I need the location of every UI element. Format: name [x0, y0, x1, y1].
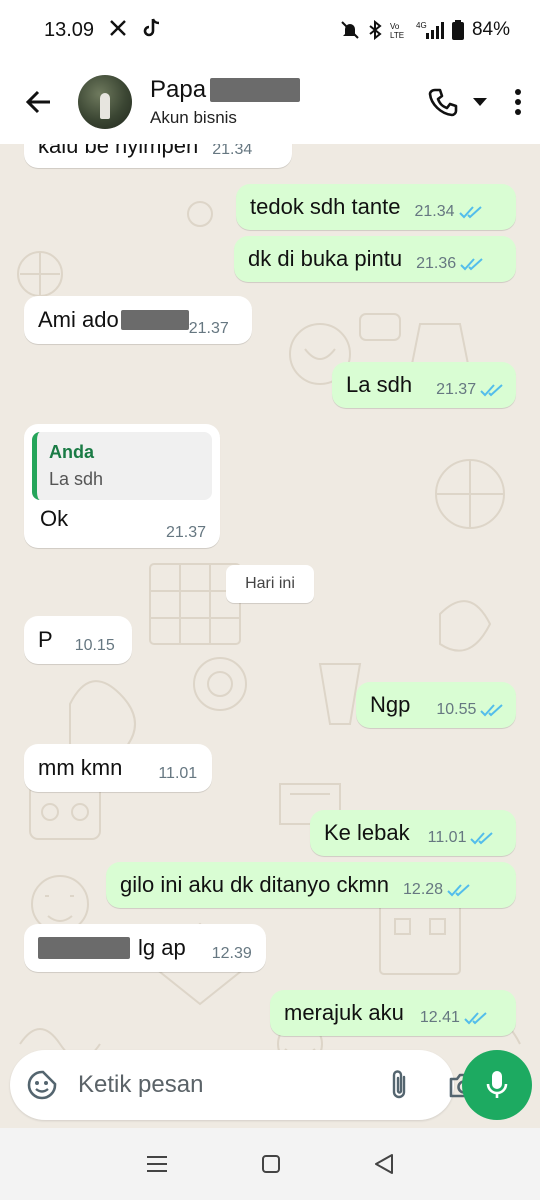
tiktok-icon [142, 17, 162, 44]
message-text: dk di buka pintu [248, 246, 403, 271]
double-check-icon [458, 206, 482, 219]
message-time: 21.34 [212, 144, 253, 158]
message-outgoing[interactable]: merajuk aku 12.41 [270, 990, 516, 1036]
message-outgoing[interactable]: Ngp 10.55 [356, 682, 516, 728]
status-time: 13.09 [44, 18, 95, 41]
svg-text:4G: 4G [416, 21, 427, 30]
message-time: 21.37 [165, 524, 206, 541]
quote-author: Anda [49, 442, 94, 462]
date-separator: Hari ini [226, 565, 314, 603]
status-bar: 13.09 Vo LTE 4G 84% [0, 0, 540, 60]
back-button[interactable] [20, 84, 56, 120]
menu-button[interactable] [514, 88, 522, 116]
double-check-icon [464, 1012, 487, 1025]
message-text: merajuk aku [284, 1000, 404, 1025]
quoted-message[interactable]: Anda La sdh [32, 432, 212, 500]
message-text: P [38, 627, 53, 652]
arrow-left-icon [25, 90, 50, 114]
svg-text:Vo: Vo [390, 22, 400, 31]
message-incoming[interactable]: Ami ado 21.37 [24, 296, 252, 344]
system-nav-bar [0, 1128, 540, 1200]
redacted-name [210, 78, 301, 102]
redacted-text [38, 937, 130, 959]
message-time: 21.37 [188, 320, 229, 337]
phone-icon [428, 88, 458, 117]
quote-text: La sdh [49, 469, 104, 489]
call-options-dropdown[interactable] [472, 97, 488, 107]
battery-icon [451, 20, 464, 40]
message-text: tedok sdh tante [250, 194, 401, 219]
sticker-icon [27, 1070, 57, 1100]
home-square-icon [261, 1155, 280, 1173]
message-outgoing[interactable]: dk di buka pintu 21.36 [234, 236, 516, 282]
mic-icon [486, 1071, 508, 1098]
more-vertical-icon [515, 89, 521, 115]
message-outgoing[interactable]: La sdh 21.37 [332, 362, 516, 408]
paperclip-icon [392, 1070, 406, 1099]
message-time: 21.34 [414, 203, 455, 220]
message-incoming[interactable]: P 10.15 [24, 616, 132, 664]
back-nav-button[interactable] [374, 1153, 394, 1175]
contact-info[interactable]: Papa Akun bisnis [150, 76, 301, 128]
recent-apps-button[interactable] [146, 1155, 168, 1173]
x-app-icon [108, 18, 128, 43]
contact-name: Papa [150, 76, 207, 103]
bluetooth-icon [368, 20, 382, 40]
contact-subtitle: Akun bisnis [150, 108, 237, 127]
triangle-back-icon [374, 1154, 393, 1174]
attach-button[interactable] [388, 1069, 410, 1101]
double-check-icon [470, 832, 494, 845]
mute-icon [340, 20, 360, 40]
chat-area[interactable]: kalu be nyimpen 21.34 tedok sdh tante 21… [0, 144, 540, 1128]
svg-text:LTE: LTE [390, 31, 404, 40]
menu-lines-icon [147, 1156, 168, 1172]
call-button[interactable] [428, 87, 458, 117]
avatar[interactable] [78, 75, 132, 129]
message-text: Ke lebak [324, 820, 410, 845]
message-incoming[interactable]: kalu be nyimpen 21.34 [24, 144, 292, 168]
double-check-icon [480, 704, 504, 717]
message-composer [10, 1050, 479, 1120]
message-text: mm kmn [38, 755, 123, 780]
message-incoming[interactable]: lg ap 12.39 [24, 924, 266, 972]
message-time: 10.15 [74, 637, 115, 654]
message-incoming[interactable]: mm kmn 11.01 [24, 744, 212, 792]
double-check-icon [447, 884, 470, 897]
message-outgoing[interactable]: tedok sdh tante 21.34 [236, 184, 516, 230]
signal-icon: 4G [416, 20, 444, 40]
message-outgoing[interactable]: Ke lebak 11.01 [310, 810, 516, 856]
double-check-icon [480, 384, 503, 397]
voice-message-button[interactable] [462, 1050, 532, 1120]
double-check-icon [460, 258, 483, 271]
message-time: 12.39 [211, 945, 252, 962]
message-time: 21.36 [416, 255, 457, 272]
message-time: 12.28 [403, 881, 444, 898]
message-text: Ok [40, 506, 69, 531]
message-time: 11.01 [158, 765, 198, 782]
message-text: kalu be nyimpen [38, 144, 199, 158]
redacted-text [120, 310, 189, 330]
message-text: lg ap [138, 935, 186, 960]
message-outgoing[interactable]: gilo ini aku dk ditanyo ckmn 12.28 [106, 862, 516, 908]
message-text: Ngp [370, 692, 411, 717]
message-time: 12.41 [419, 1009, 460, 1026]
message-incoming-reply[interactable]: Anda La sdh Ok 21.37 [24, 424, 220, 548]
message-text: Ami ado [38, 307, 119, 332]
caret-down-icon [473, 98, 487, 106]
chat-header: Papa Akun bisnis [0, 60, 540, 144]
battery-level: 84% [471, 19, 510, 40]
volte-icon: Vo LTE [390, 20, 408, 40]
message-text: gilo ini aku dk ditanyo ckmn [120, 872, 390, 897]
message-time: 21.37 [436, 381, 477, 398]
message-text: La sdh [346, 372, 413, 397]
home-button[interactable] [261, 1154, 281, 1174]
message-time: 11.01 [427, 829, 467, 846]
message-time: 10.55 [436, 701, 477, 718]
sticker-button[interactable] [26, 1069, 58, 1101]
message-input[interactable] [78, 1071, 388, 1099]
